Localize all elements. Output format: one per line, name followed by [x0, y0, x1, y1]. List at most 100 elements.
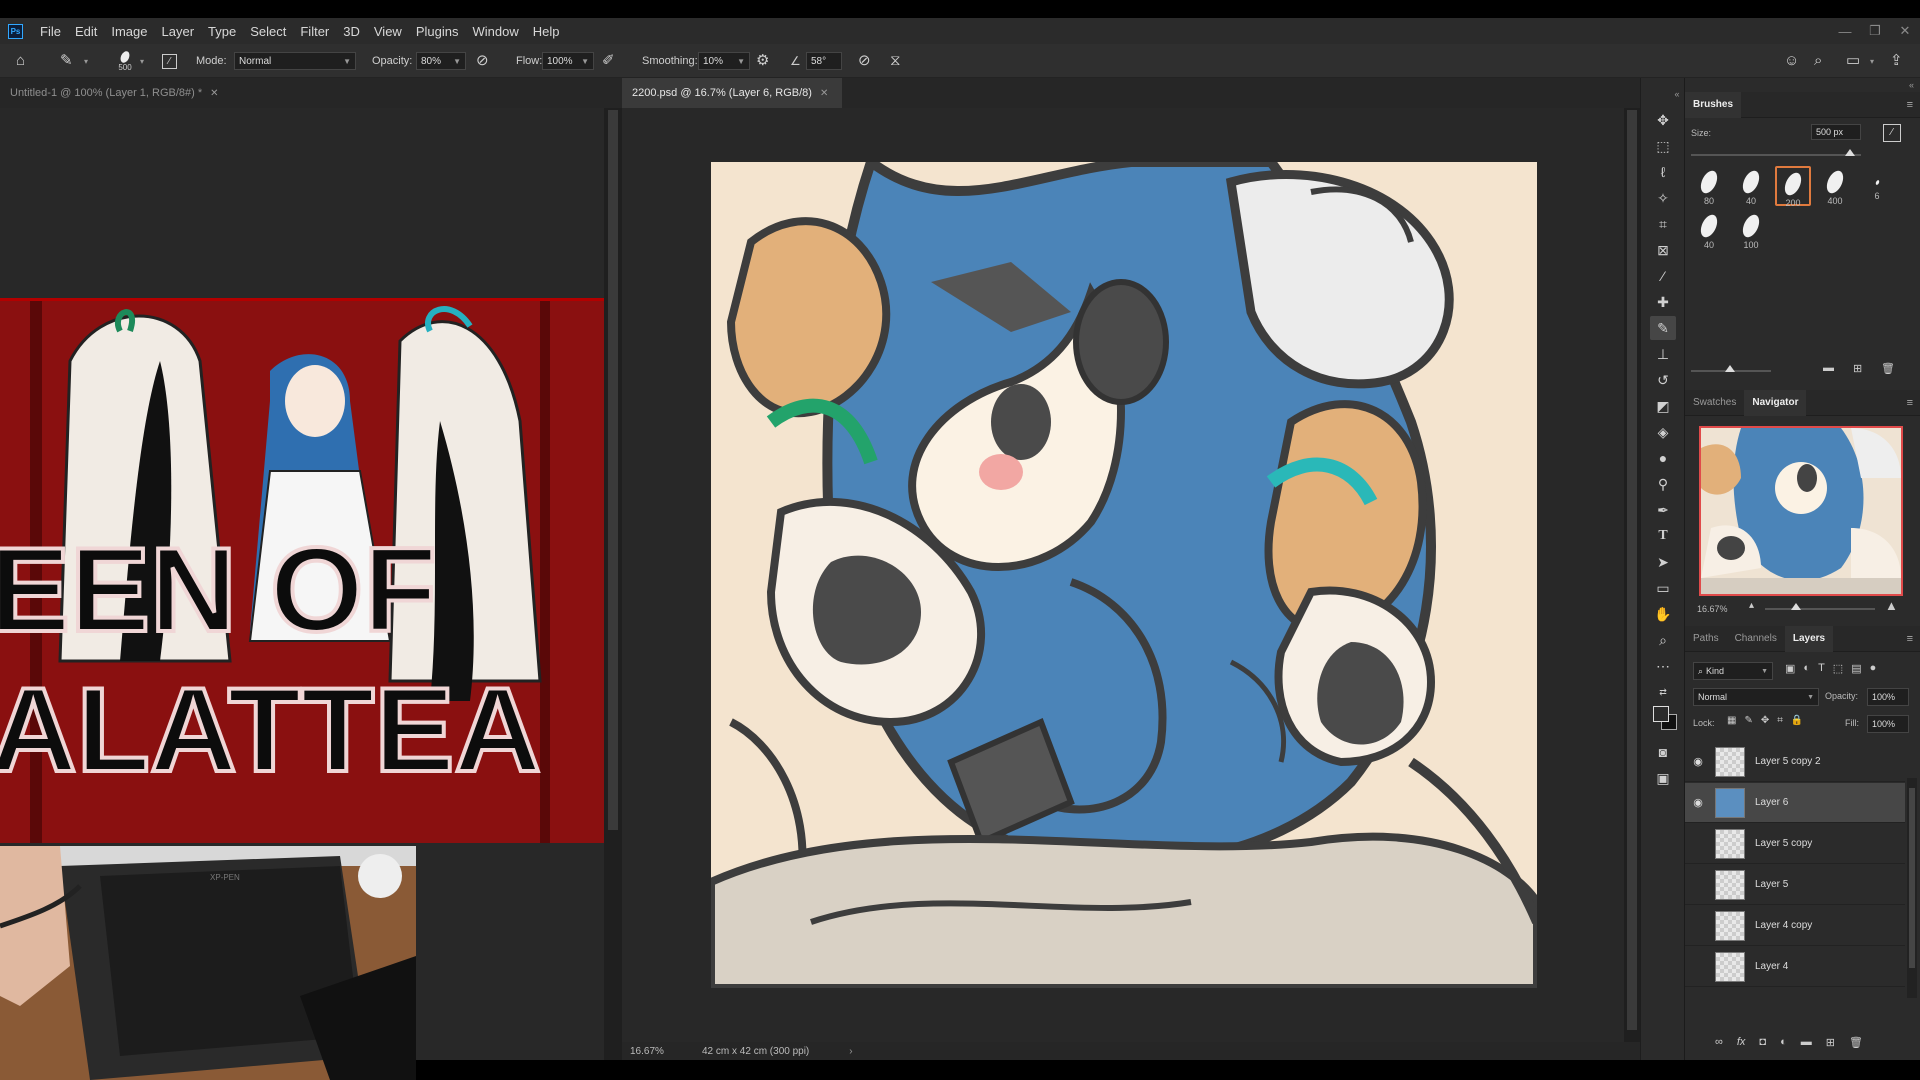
close-icon[interactable]: ✕ [1890, 23, 1920, 39]
tab-swatches[interactable]: Swatches [1685, 390, 1744, 416]
smoothing-field[interactable]: 10% ▼ [698, 52, 750, 70]
menu-view[interactable]: View [367, 24, 409, 39]
brush-tool-icon[interactable]: ✎ [1650, 316, 1676, 340]
symmetry-icon[interactable]: ⧖ [890, 44, 912, 78]
healing-brush-tool-icon[interactable]: ✚ [1650, 290, 1676, 314]
left-vertical-scrollbar[interactable] [604, 108, 622, 1060]
history-brush-tool-icon[interactable]: ↺ [1650, 368, 1676, 392]
rectangle-tool-icon[interactable]: ▭ [1650, 576, 1676, 600]
rotate-view-tool-icon[interactable]: ✋ [1650, 602, 1676, 626]
tab-brushes[interactable]: Brushes [1685, 91, 1742, 118]
pen-tool-icon[interactable]: ✒ [1650, 498, 1676, 522]
magic-wand-tool-icon[interactable]: ✧ [1650, 186, 1676, 210]
foreground-color-swatch[interactable] [1653, 706, 1669, 722]
artwork-canvas[interactable] [711, 162, 1537, 988]
trash-icon[interactable]: 🗑 [1881, 362, 1895, 375]
slider-handle[interactable] [1725, 365, 1735, 372]
eyedropper-tool-icon[interactable]: ⁄ [1650, 264, 1676, 288]
layer-row-layer-4[interactable]: Layer 4 [1685, 947, 1905, 987]
type-tool-icon[interactable]: T [1650, 524, 1676, 548]
tab-untitled-1[interactable]: Untitled-1 @ 100% (Layer 1, RGB/8#) * ✕ [0, 78, 622, 108]
tool-preset-chevron-icon[interactable]: ▾ [84, 44, 94, 78]
minimize-icon[interactable]: — [1830, 24, 1860, 39]
screen-mode-icon[interactable]: ▣ [1650, 766, 1676, 790]
lasso-tool-icon[interactable]: ℓ [1650, 160, 1676, 184]
adjustment-layer-icon[interactable]: ◐ [1780, 1036, 1787, 1049]
navigator-zoom-slider[interactable] [1765, 603, 1875, 610]
pixel-layer-filter-icon[interactable]: ▣ [1785, 662, 1795, 675]
shape-layer-filter-icon[interactable]: ⬚ [1833, 662, 1843, 675]
flow-field[interactable]: 100% ▼ [542, 52, 594, 70]
panel-menu-icon[interactable]: ≡ [1907, 633, 1913, 645]
menu-plugins[interactable]: Plugins [409, 24, 466, 39]
share-user-icon[interactable]: ☺ [1784, 44, 1806, 78]
layer-name[interactable]: Layer 5 [1755, 879, 1788, 890]
swap-colors-icon[interactable]: ⇄ [1650, 680, 1676, 704]
move-tool-icon[interactable]: ✥ [1650, 108, 1676, 132]
scrollbar-thumb[interactable] [608, 110, 618, 830]
layer-row-layer-5-copy[interactable]: Layer 5 copy [1685, 824, 1905, 864]
new-group-icon[interactable]: ▬ [1801, 1036, 1812, 1049]
brush-preset-100[interactable]: 100 [1733, 210, 1769, 250]
lock-all-icon[interactable]: 🔒 [1791, 715, 1803, 726]
menu-image[interactable]: Image [104, 24, 154, 39]
dodge-tool-icon[interactable]: ⚲ [1650, 472, 1676, 496]
smart-object-filter-icon[interactable]: ▤ [1851, 662, 1861, 675]
layer-row-layer-4-copy[interactable]: Layer 4 copy [1685, 906, 1905, 946]
paint-bucket-tool-icon[interactable]: ◈ [1650, 420, 1676, 444]
pressure-opacity-icon[interactable]: ⊘ [476, 44, 498, 78]
tab-2200-psd[interactable]: 2200.psd @ 16.7% (Layer 6, RGB/8) ✕ [622, 78, 842, 108]
menu-layer[interactable]: Layer [155, 24, 202, 39]
eraser-tool-icon[interactable]: ◩ [1650, 394, 1676, 418]
type-layer-filter-icon[interactable]: T [1818, 662, 1825, 675]
collapse-toolbar-icon[interactable]: « [1671, 82, 1683, 106]
close-icon[interactable]: ✕ [210, 88, 218, 99]
brush-tool-icon[interactable]: ✎ [60, 44, 84, 78]
navigator-preview[interactable] [1699, 426, 1903, 596]
zoom-level[interactable]: 16.67% [630, 1046, 690, 1057]
menu-filter[interactable]: Filter [293, 24, 336, 39]
stamp-tool-icon[interactable]: ⊥ [1650, 342, 1676, 366]
layer-blend-mode-dropdown[interactable]: Normal ▼ [1693, 688, 1819, 706]
close-icon[interactable]: ✕ [820, 88, 828, 99]
brush-size-field[interactable]: 500 px [1811, 124, 1861, 140]
layers-scrollbar[interactable] [1907, 778, 1917, 998]
menu-edit[interactable]: Edit [68, 24, 104, 39]
new-layer-icon[interactable]: ⊞ [1826, 1036, 1835, 1049]
brush-settings-toggle[interactable]: ⁄ [162, 44, 180, 78]
scrollbar-thumb[interactable] [1909, 788, 1915, 968]
chevron-right-icon[interactable]: › [849, 1046, 852, 1057]
restore-icon[interactable]: ❐ [1860, 23, 1890, 39]
menu-window[interactable]: Window [465, 24, 525, 39]
collapse-panels-icon[interactable]: « [1909, 80, 1914, 90]
new-brush-icon[interactable]: ⊞ [1853, 362, 1862, 375]
workspace-chevron-icon[interactable]: ▾ [1870, 44, 1874, 78]
brush-picker-chevron-icon[interactable]: ▾ [140, 44, 150, 78]
layer-fill-field[interactable]: 100% [1867, 715, 1909, 733]
lock-pixels-icon[interactable]: ✎ [1744, 715, 1752, 726]
layer-name[interactable]: Layer 4 [1755, 961, 1788, 972]
gear-icon[interactable]: ⚙ [756, 44, 778, 78]
pressure-size-icon[interactable]: ⊘ [858, 44, 880, 78]
adjustment-layer-filter-icon[interactable]: ◐ [1803, 662, 1810, 675]
brush-preset-80[interactable]: 80 [1691, 166, 1727, 206]
brush-preset-40b[interactable]: 40 [1691, 210, 1727, 250]
canvas-vertical-scrollbar[interactable] [1624, 108, 1640, 1042]
slider-handle[interactable] [1791, 603, 1801, 610]
layer-row-layer-5[interactable]: Layer 5 [1685, 865, 1905, 905]
blur-tool-icon[interactable]: ● [1650, 446, 1676, 470]
brush-size-slider[interactable] [1691, 149, 1861, 156]
zoom-tool-icon[interactable]: ⌕ [1650, 628, 1676, 652]
menu-select[interactable]: Select [243, 24, 293, 39]
layer-row-layer-5-copy-2[interactable]: ◉ Layer 5 copy 2 [1685, 742, 1905, 782]
panel-menu-icon[interactable]: ≡ [1907, 99, 1913, 111]
eye-icon[interactable]: ◉ [1685, 796, 1711, 809]
menu-type[interactable]: Type [201, 24, 243, 39]
crop-tool-icon[interactable]: ⌗ [1650, 212, 1676, 236]
layer-name[interactable]: Layer 4 copy [1755, 920, 1812, 931]
trash-icon[interactable]: 🗑 [1849, 1036, 1863, 1049]
add-mask-icon[interactable]: ◘ [1759, 1036, 1766, 1049]
folder-icon[interactable]: ▬ [1823, 362, 1834, 374]
brush-preset-40[interactable]: 40 [1733, 166, 1769, 206]
path-selection-tool-icon[interactable]: ➤ [1650, 550, 1676, 574]
